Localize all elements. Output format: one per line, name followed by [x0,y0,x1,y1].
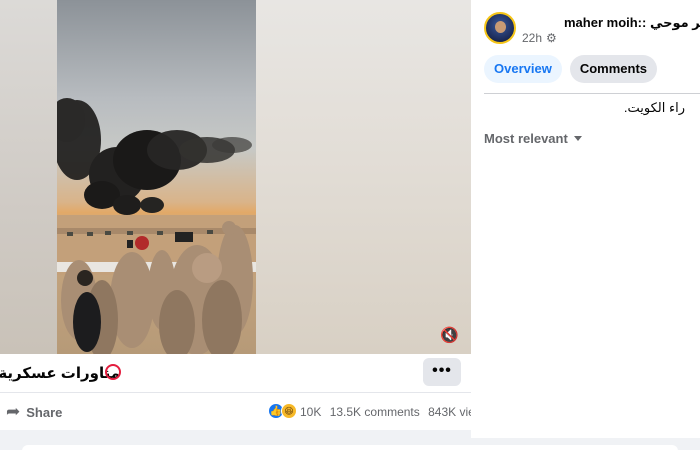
author-name[interactable]: maher moih:: ماهر موحي [564,15,700,31]
reaction-count[interactable]: 10K [300,405,321,419]
caret-down-icon [573,136,582,141]
speaker-muted-icon[interactable]: 🔇 [440,327,459,345]
post-media-panel: 🔇 مناورات عسكرية ••• ➦ Share 👍 😆 10K 13.… [0,0,489,450]
comment-count[interactable]: 13.5K comments [330,405,420,419]
sort-dropdown[interactable]: Most relevant [484,131,582,146]
post-details-panel: maher moih:: ماهر موحي 22h ⚙ Overview Co… [471,0,700,438]
red-circle-emoji-icon [105,364,121,380]
post-action-bar: ➦ Share 👍 😆 10K 13.5K comments 843K view… [0,392,489,430]
video-blur-left [0,0,57,354]
gear-icon: ⚙ [546,31,557,45]
share-label: Share [26,404,63,420]
post-stats: 10K 13.5K comments 843K views [300,405,494,419]
haha-reaction-icon: 😆 [281,403,297,419]
video-blur-right [256,0,471,354]
video-frame [57,0,256,354]
video-player[interactable]: 🔇 [0,0,471,354]
tab-comments[interactable]: Comments [569,55,658,83]
next-post-card [22,445,678,450]
post-time[interactable]: 22h [522,31,542,45]
share-button[interactable]: ➦ Share [6,402,62,422]
post-meta: 22h ⚙ [522,31,557,45]
sort-label: Most relevant [484,131,568,146]
caption-bar: مناورات عسكرية [0,354,471,392]
post-caption: مناورات عسكرية [0,365,120,382]
divider [484,93,700,94]
reaction-icons[interactable]: 👍 😆 [268,403,297,419]
detail-tabs: Overview Comments [484,55,658,83]
more-options-button[interactable]: ••• [423,358,461,386]
video-scene [57,98,256,354]
tab-overview[interactable]: Overview [484,55,562,83]
avatar[interactable] [484,12,516,44]
comment-text: راء الكويت. [623,100,685,115]
share-arrow-icon: ➦ [6,402,21,421]
